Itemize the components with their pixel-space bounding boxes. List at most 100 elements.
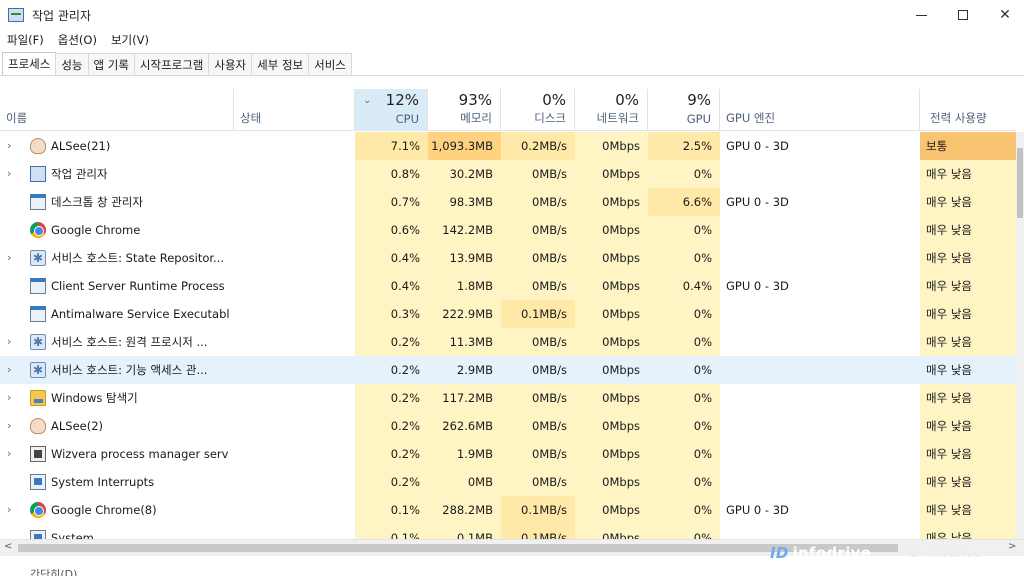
- network-cell: 0Mbps: [575, 412, 648, 440]
- memory-cell: 117.2MB: [428, 384, 501, 412]
- gpu-engine-cell: [726, 160, 916, 188]
- vertical-scrollbar[interactable]: [1016, 132, 1024, 539]
- table-row[interactable]: Google Chrome 0.6% 142.2MB 0MB/s 0Mbps 0% 매우 낮…: [0, 216, 1016, 244]
- table-row[interactable]: › 서비스 호스트: 원격 프로시저 ... 0.2%11.3MB0MB/s0Mbp…: [0, 328, 1016, 356]
- horizontal-scroll-thumb[interactable]: [18, 544, 898, 552]
- chevron-down-icon: ⌄: [363, 95, 372, 106]
- chevron-right-icon[interactable]: ›: [7, 384, 11, 412]
- vertical-scroll-thumb[interactable]: [1017, 148, 1023, 218]
- menu-file[interactable]: 파일(F): [0, 32, 51, 48]
- gpu-engine-cell: [726, 216, 916, 244]
- header-network[interactable]: 0% 네트워크: [575, 89, 648, 131]
- table-row[interactable]: 데스크톱 창 관리자 0.7% 98.3MB 0MB/s 0Mbps 6.6% GPU 0 …: [0, 188, 1016, 216]
- header-status-label: 상태: [240, 111, 262, 125]
- gpu-engine-cell: [726, 440, 916, 468]
- table-row[interactable]: › Google Chrome(8) 0.1% 288.2MB 0.1MB/s 0Mbps…: [0, 496, 1016, 524]
- window-icon: [30, 278, 46, 294]
- chevron-right-icon[interactable]: ›: [7, 160, 11, 188]
- chevron-right-icon[interactable]: ›: [7, 132, 11, 160]
- process-name: System Interrupts: [51, 475, 155, 489]
- tab-services[interactable]: 서비스: [308, 53, 352, 75]
- memory-cell: 0MB: [428, 468, 501, 496]
- network-cell: 0Mbps: [575, 384, 648, 412]
- chrome-icon: [30, 222, 46, 238]
- chevron-right-icon[interactable]: ›: [7, 412, 11, 440]
- network-cell: 0Mbps: [575, 272, 648, 300]
- network-cell: 0Mbps: [575, 524, 648, 539]
- gpu-cell: 0%: [648, 244, 720, 272]
- cpu-cell: 0.4%: [355, 272, 428, 300]
- table-row[interactable]: › Windows 탐색기 0.2% 117.2MB 0MB/s 0Mbps 0% 매우 낮음: [0, 384, 1016, 412]
- disk-cell: 0.1MB/s: [501, 300, 575, 328]
- disk-cell: 0MB/s: [501, 412, 575, 440]
- tab-app-history[interactable]: 앱 기록: [87, 53, 135, 75]
- power-usage-cell: 매우 낮음: [926, 363, 972, 377]
- table-row[interactable]: ›서비스 호스트: State Repositor...0.4%13.9MB0M…: [0, 244, 1016, 272]
- header-power-label: 전력 사용량: [930, 111, 987, 125]
- table-row[interactable]: Client Server Runtime Process 0.4% 1.8MB 0M…: [0, 272, 1016, 300]
- power-usage-cell: 매우 낮음: [920, 244, 1016, 272]
- memory-cell: 262.6MB: [428, 412, 501, 440]
- table-row[interactable]: › 작업 관리자 0.8% 30.2MB 0MB/s 0Mbps 0% 매우 낮음: [0, 160, 1016, 188]
- task-manager-icon: [8, 8, 24, 22]
- chevron-right-icon[interactable]: ›: [7, 440, 11, 468]
- gpu-cell: 0%: [648, 328, 720, 356]
- scroll-right-icon[interactable]: >: [1008, 541, 1016, 552]
- table-row[interactable]: › ALSee(2) 0.2% 262.6MB 0MB/s 0Mbps 0% 매우 낮음: [0, 412, 1016, 440]
- memory-cell: 288.2MB: [428, 496, 501, 524]
- power-usage-cell: 보통: [920, 132, 1016, 160]
- table-row[interactable]: Antimalware Service Executable 0.3% 222.9M…: [0, 300, 1016, 328]
- chevron-right-icon[interactable]: ›: [7, 244, 11, 272]
- header-gpu-engine[interactable]: GPU 엔진: [720, 89, 920, 131]
- header-disk[interactable]: 0% 디스크: [501, 89, 575, 131]
- column-header: 이름 상태 ⌄ 12% CPU 93% 메모리 0% 디스크 0% 네트워크 9…: [0, 89, 1016, 131]
- tab-details[interactable]: 세부 정보: [251, 53, 310, 75]
- chevron-right-icon[interactable]: ›: [7, 496, 11, 524]
- table-row[interactable]: › ALSee(21) 7.1% 1,093.3MB 0.2MB/s 0Mbps 2.5% G…: [0, 132, 1016, 160]
- gpu-engine-cell: [726, 412, 916, 440]
- table-row[interactable]: › 서비스 호스트: 기능 액세스 관... 0.2% 2.9MB 0MB/s 0Mbps…: [0, 356, 1016, 384]
- window-title: 작업 관리자: [32, 8, 92, 23]
- menu-view[interactable]: 보기(V): [104, 32, 156, 48]
- header-cpu[interactable]: ⌄ 12% CPU: [355, 89, 428, 131]
- window-icon: [30, 306, 46, 322]
- tab-startup[interactable]: 시작프로그램: [133, 53, 210, 75]
- disk-cell: 0MB/s: [501, 188, 575, 216]
- table-row[interactable]: System 0.1% 0.1MB 0.1MB/s 0Mbps 0% 매우 낮음: [0, 524, 1016, 539]
- header-memory[interactable]: 93% 메모리: [428, 89, 501, 131]
- tab-users[interactable]: 사용자: [208, 53, 253, 75]
- chevron-right-icon[interactable]: ›: [7, 356, 11, 384]
- table-row[interactable]: › Wizvera process manager servi... 0.2% 1.9…: [0, 440, 1016, 468]
- header-power[interactable]: 전력 사용량: [920, 89, 1016, 131]
- memory-cell: 1.9MB: [428, 440, 501, 468]
- disk-cell: 0MB/s: [532, 363, 567, 377]
- header-status[interactable]: 상태: [234, 89, 355, 131]
- scroll-left-icon[interactable]: <: [4, 541, 12, 552]
- network-cell: 0Mbps: [575, 244, 648, 272]
- network-cell: 0Mbps: [575, 328, 648, 356]
- tab-performance[interactable]: 성능: [55, 53, 89, 75]
- header-name[interactable]: 이름: [0, 89, 234, 131]
- title-bar: 작업 관리자: [0, 0, 1024, 30]
- tab-processes[interactable]: 프로세스: [2, 52, 57, 75]
- header-cpu-pct: 12%: [385, 91, 419, 109]
- minimize-button[interactable]: [898, 0, 944, 30]
- power-usage-cell: 매우 낮음: [920, 496, 1016, 524]
- disk-cell: 0MB/s: [501, 272, 575, 300]
- disk-cell: 0MB/s: [501, 384, 575, 412]
- header-memory-label: 메모리: [460, 111, 492, 125]
- maximize-button[interactable]: [940, 0, 986, 30]
- close-button[interactable]: ✕: [982, 0, 1024, 30]
- network-cell: 0Mbps: [575, 496, 648, 524]
- gpu-cell: 0%: [648, 440, 720, 468]
- process-name: 서비스 호스트: 기능 액세스 관...: [51, 363, 208, 377]
- chevron-right-icon[interactable]: ›: [7, 328, 11, 356]
- memory-cell: 13.9MB: [428, 244, 501, 272]
- fewer-details-link[interactable]: 간단히(D): [30, 566, 77, 576]
- header-gpu[interactable]: 9% GPU: [648, 89, 720, 131]
- window-icon: [30, 194, 46, 210]
- memory-cell: 0.1MB: [428, 524, 501, 539]
- menu-options[interactable]: 옵션(O): [51, 32, 104, 48]
- watermark-text: infodrive: [792, 544, 872, 562]
- table-row[interactable]: System Interrupts 0.2% 0MB 0MB/s 0Mbps 0% 매우 낮…: [0, 468, 1016, 496]
